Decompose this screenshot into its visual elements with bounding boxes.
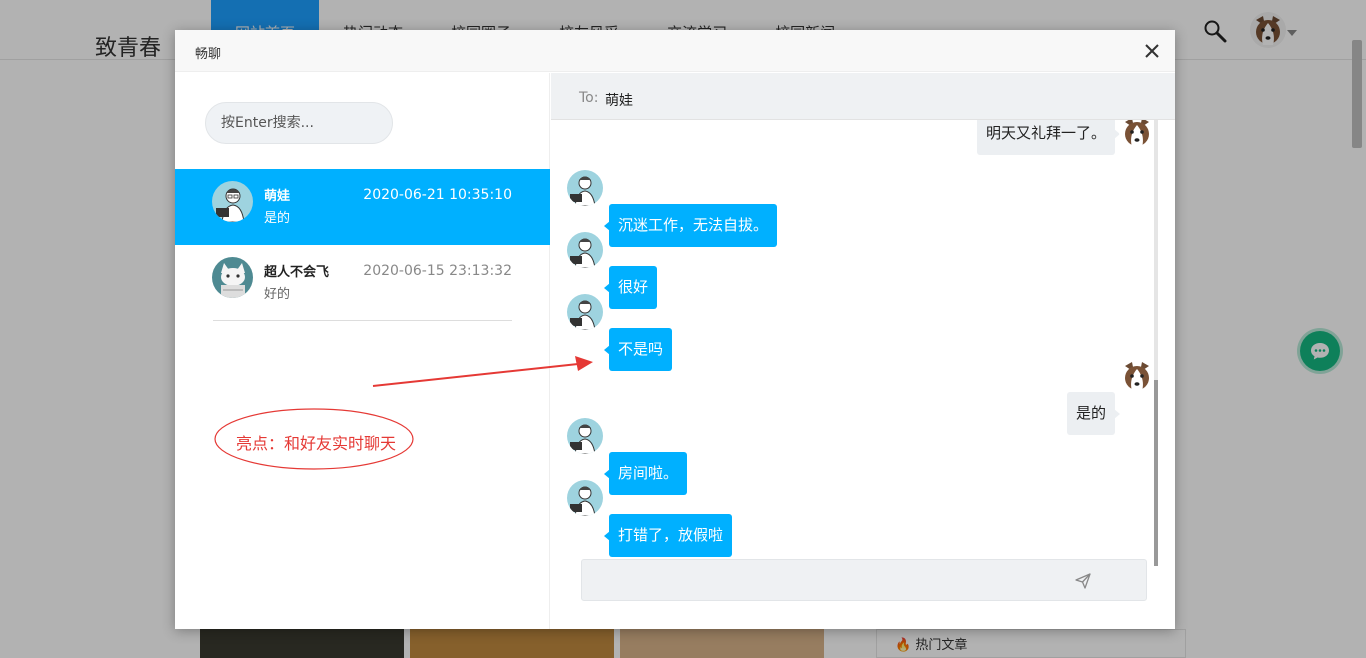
avatar <box>567 232 603 268</box>
conversation-time: 2020-06-21 10:35:10 <box>363 187 512 203</box>
message-bubble-outgoing: 明天又礼拜一了。 <box>976 120 1121 155</box>
avatar <box>1119 120 1155 150</box>
annotation-text: 亮点：和好友实时聊天 <box>236 434 397 453</box>
message-bubble-incoming: 很好 <box>603 266 658 309</box>
avatar <box>567 294 603 330</box>
conversation-item[interactable]: 超人不会飞 好的 2020-06-15 23:13:32 <box>175 245 550 321</box>
message-bubble-incoming: 房间啦。 <box>603 452 688 495</box>
message-input[interactable] <box>582 560 1062 600</box>
conversation-preview: 是的 <box>264 211 291 226</box>
dialog-header: 畅聊 <box>175 30 1175 72</box>
message-list[interactable]: 明天又礼拜一了。 沉迷工作，无法自拔。 很好 不是吗 是的 房间啦。 打错了，放… <box>551 120 1175 566</box>
chat-dialog: 畅聊 萌娃 是的 2020-06-21 10:35:10 <box>175 30 1175 629</box>
message-bubble-incoming: 打错了，放假啦 <box>603 514 733 557</box>
conversation-time: 2020-06-15 23:13:32 <box>363 263 512 279</box>
divider <box>213 320 512 321</box>
message-bubble-outgoing: 是的 <box>1066 392 1121 435</box>
dialog-title: 畅聊 <box>195 47 222 62</box>
chat-to-label: To: <box>579 90 599 106</box>
search-input[interactable] <box>205 102 393 144</box>
avatar <box>567 170 603 206</box>
message-bubble-incoming: 沉迷工作，无法自拔。 <box>603 204 778 247</box>
message-scrollbar-thumb[interactable] <box>1154 380 1158 566</box>
conversation-item[interactable]: 萌娃 是的 2020-06-21 10:35:10 <box>175 169 550 245</box>
avatar <box>567 418 603 454</box>
conversation-name: 萌娃 <box>264 189 291 204</box>
avatar <box>567 480 603 516</box>
avatar <box>212 257 253 298</box>
message-bubble-incoming: 不是吗 <box>603 328 673 371</box>
avatar <box>212 181 253 222</box>
chat-recipient-name: 萌娃 <box>605 93 633 109</box>
close-icon[interactable] <box>1143 42 1161 60</box>
conversation-preview: 好的 <box>264 287 291 302</box>
conversation-name: 超人不会飞 <box>264 265 330 280</box>
message-composer <box>581 559 1147 601</box>
conversation-panel: 萌娃 是的 2020-06-21 10:35:10 超人不会飞 好的 2020-… <box>175 73 550 629</box>
avatar <box>1119 358 1155 394</box>
chat-header: To: 萌娃 <box>551 73 1175 120</box>
send-icon[interactable] <box>1074 572 1092 590</box>
